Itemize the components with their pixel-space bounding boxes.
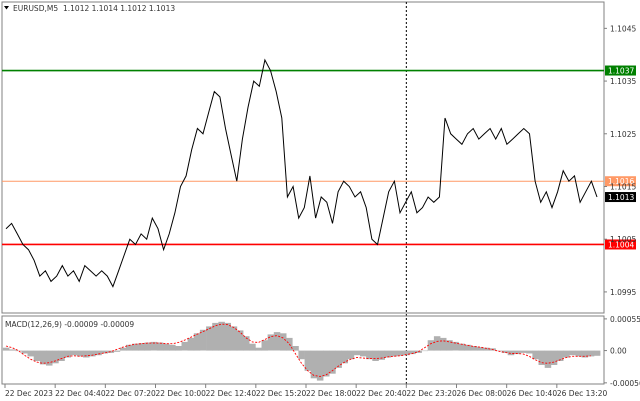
macd-histogram-bar: [236, 330, 244, 351]
macd-histogram-bar: [544, 350, 552, 368]
macd-histogram-bar: [526, 350, 533, 354]
time-tick-label: 22 Dec 10:00: [156, 389, 207, 398]
macd-histogram-bar: [458, 343, 465, 351]
time-tick-label: 22 Dec 18:00: [306, 389, 357, 398]
chart-header: EURUSD,M5 1.1012 1.1014 1.1012 1.1013: [4, 4, 175, 13]
price-series-line: [5, 58, 598, 288]
price-tick-label: 1.1045: [610, 24, 636, 33]
price-tick-label: 1.1005: [610, 235, 636, 244]
time-tick-label: 22 Dec 12:40: [206, 389, 257, 398]
macd-histogram-bar: [593, 350, 601, 356]
macd-histogram-bar: [15, 350, 22, 352]
macd-histogram-bar: [9, 349, 16, 351]
macd-histogram-bar: [2, 347, 10, 351]
macd-histogram-bar: [193, 333, 201, 351]
macd-histogram-bar: [33, 350, 41, 361]
macd-histogram-bar: [390, 350, 398, 357]
macd-histogram-bar: [58, 350, 65, 361]
macd-histogram-bar: [587, 350, 595, 357]
macd-histogram-bar: [353, 350, 361, 356]
macd-tick-label: 0.00: [610, 347, 627, 356]
triangle-down-icon[interactable]: [4, 6, 9, 10]
macd-histogram-bar: [39, 350, 47, 365]
ohlc-label: 1.1012 1.1014 1.1012 1.1013: [63, 4, 175, 13]
price-tick-label: 1.1035: [610, 77, 636, 86]
macd-histogram-bar: [310, 350, 318, 379]
time-tick-label: 22 Dec 23:20: [406, 389, 457, 398]
macd-histogram-bar: [569, 350, 576, 356]
price-tick-label: 1.0995: [610, 288, 636, 297]
level-badge-text: 1.1037: [608, 67, 634, 76]
time-tick-label: 26 Dec 10:40: [507, 389, 558, 398]
macd-histogram-bar: [187, 337, 195, 351]
macd-histogram-bar: [267, 334, 275, 351]
macd-histogram-bar: [249, 343, 256, 351]
macd-histogram-bar: [335, 350, 342, 368]
macd-histogram-bar: [372, 350, 379, 361]
price-panel-frame: [1, 1, 605, 314]
macd-histogram-bar: [280, 333, 287, 351]
time-tick-label: 26 Dec 08:00: [457, 389, 508, 398]
macd-histogram-bar: [347, 350, 355, 360]
macd-histogram-bar: [273, 332, 281, 351]
macd-histogram-bar: [421, 350, 428, 352]
macd-histogram-bar: [550, 350, 558, 365]
macd-histogram-bar: [440, 337, 447, 351]
macd-histogram-bar: [46, 350, 53, 366]
symbol-label[interactable]: EURUSD,M5: [13, 4, 58, 13]
time-tick-label: 22 Dec 2023: [5, 389, 53, 398]
macd-label: MACD(12,26,9) -0.00009 -0.00009: [5, 320, 134, 329]
time-tick-label: 22 Dec 04:40: [55, 389, 106, 398]
macd-histogram-bar: [255, 347, 262, 351]
macd-histogram-bar: [83, 350, 90, 358]
macd-histogram-bar: [27, 350, 34, 357]
macd-histogram-bar: [323, 350, 330, 377]
macd-histogram-bar: [224, 322, 231, 351]
macd-histogram-bar: [70, 350, 78, 356]
chart-canvas: 1.10371.10161.10041.10451.10351.10251.10…: [1, 1, 640, 398]
macd-histogram-bar: [575, 350, 582, 357]
macd-histogram-bar: [113, 350, 121, 352]
macd-histogram-bar: [218, 321, 225, 351]
macd-histogram-bar: [163, 343, 170, 351]
macd-histogram-bar: [520, 350, 527, 353]
macd-histogram-bar: [366, 350, 373, 360]
macd-tick-label: 0.00055: [610, 315, 640, 324]
macd-histogram-bar: [261, 340, 268, 351]
macd-histogram-bar: [230, 326, 238, 351]
macd-histogram-bar: [76, 350, 84, 357]
macd-histogram-bar: [360, 350, 367, 357]
macd-histogram-bar: [52, 350, 59, 364]
macd-histogram-bar: [563, 350, 570, 358]
price-tick-label: 1.1015: [610, 182, 636, 191]
current-price-text: 1.1013: [608, 193, 634, 202]
macd-histogram-bar: [119, 347, 127, 351]
price-tick-label: 1.1025: [610, 130, 636, 139]
time-tick-label: 22 Dec 07:20: [105, 389, 156, 398]
macd-histogram-bar: [532, 350, 539, 360]
macd-histogram-bar: [175, 346, 182, 351]
time-axis: 22 Dec 2023 22 Dec 04:40 22 Dec 07:20 22 De…: [4, 384, 608, 398]
macd-histogram-bar: [507, 350, 515, 356]
macd-histogram-bar: [181, 341, 188, 351]
time-tick-label: 22 Dec 20:40: [356, 389, 407, 398]
time-tick-label: 26 Dec 13:20: [557, 389, 608, 398]
time-tick-label: 22 Dec 15:20: [256, 389, 307, 398]
macd-histogram-bar: [169, 344, 176, 351]
macd-histogram-bar: [433, 336, 441, 351]
macd-histogram-bar: [144, 342, 151, 351]
macd-histogram-bar: [298, 350, 305, 360]
macd-histogram-bar: [156, 342, 164, 351]
macd-tick-label: -0.00056: [610, 379, 640, 388]
